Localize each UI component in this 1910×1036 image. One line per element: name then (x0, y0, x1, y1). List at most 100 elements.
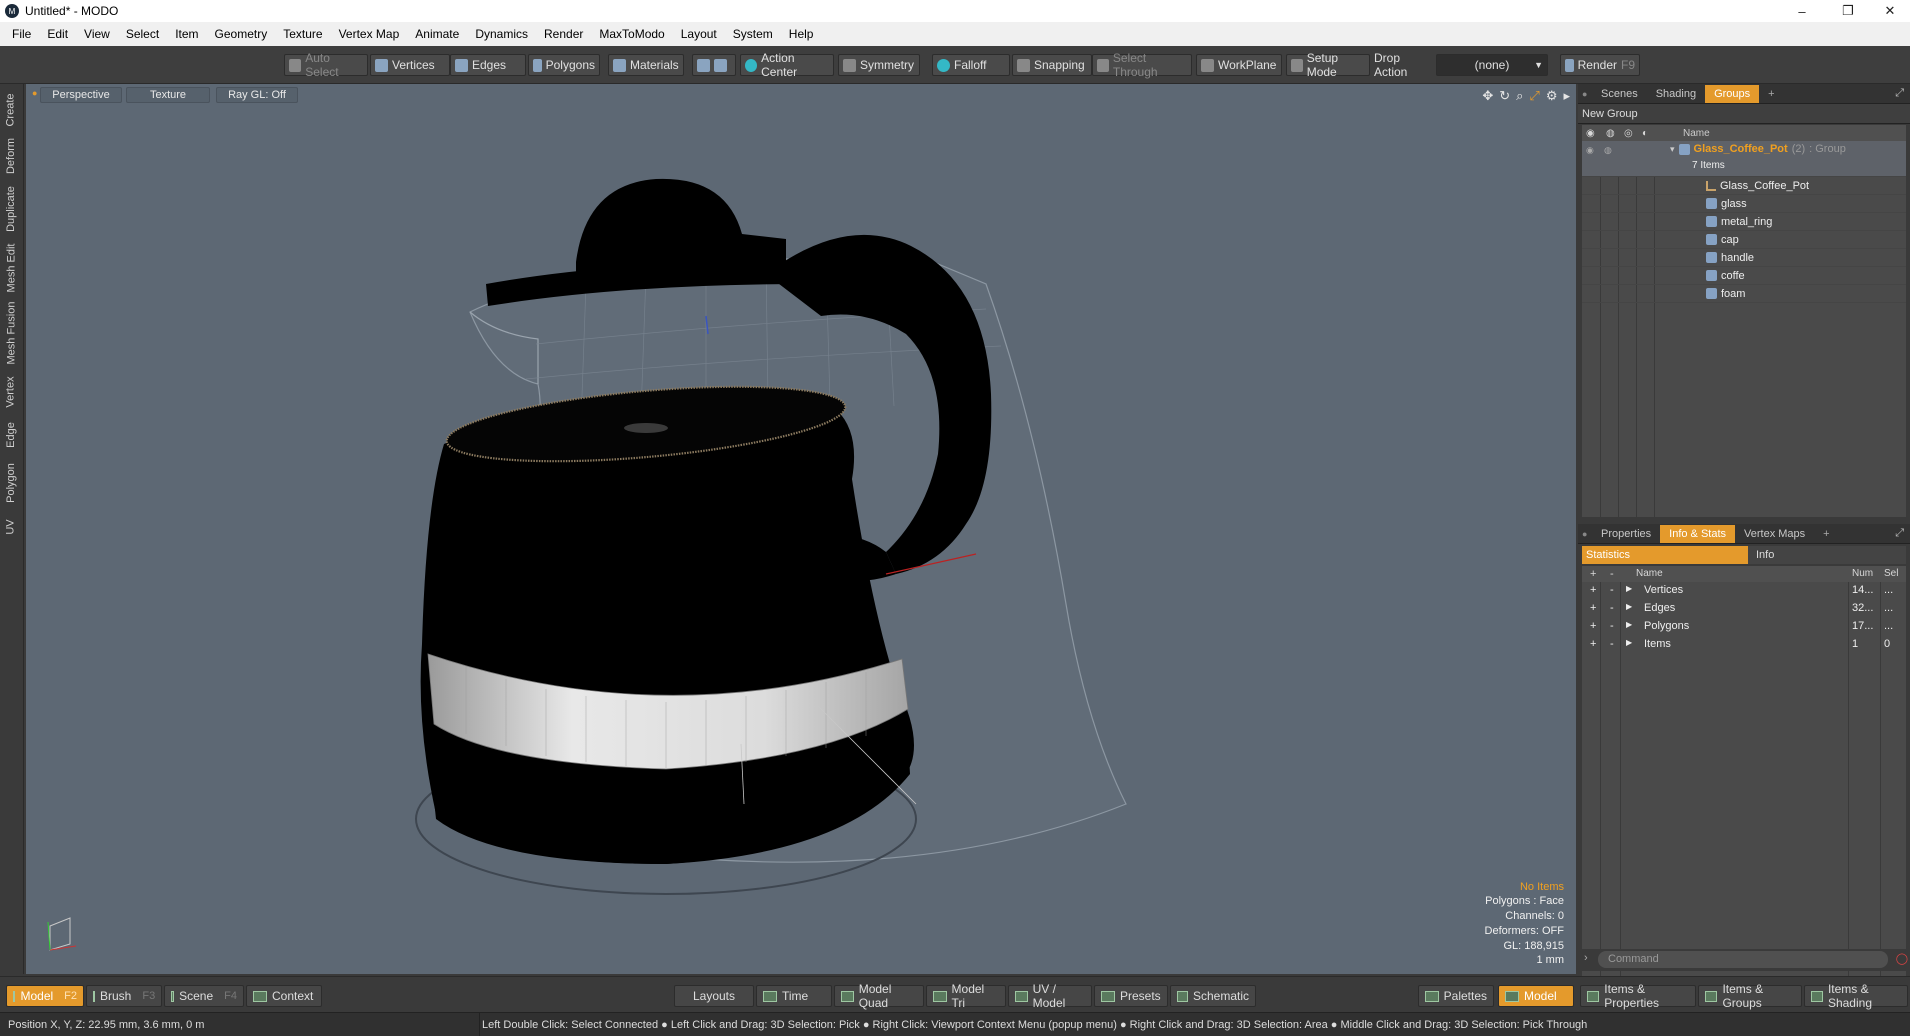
triangle-right-icon[interactable]: ▶ (1626, 620, 1632, 629)
tab-scenes[interactable]: Scenes (1592, 85, 1647, 103)
menu-texture[interactable]: Texture (275, 27, 330, 41)
tab-vertex-maps[interactable]: Vertex Maps (1735, 525, 1814, 543)
items-shading-button[interactable]: Items & Shading (1804, 982, 1908, 1010)
group-row-root[interactable]: ◉ ◍ ▾ Glass_Coffee_Pot (2) : Group 7 Ite… (1582, 141, 1906, 177)
items-groups-button[interactable]: Items & Groups (1698, 982, 1802, 1010)
layouts-button[interactable]: Layouts (674, 985, 754, 1007)
collapse-icon[interactable]: - (1610, 602, 1614, 614)
close-button[interactable]: ✕ (1868, 0, 1910, 22)
add-tab-button[interactable]: + (1759, 85, 1783, 103)
tab-deform[interactable]: Deform (2, 136, 20, 176)
expand-icon[interactable]: ⤢ (1895, 527, 1904, 540)
stats-row-edges[interactable]: + - ▶ Edges 32... ... (1582, 600, 1906, 618)
menu-render[interactable]: Render (536, 27, 591, 41)
tab-create[interactable]: Create (2, 90, 20, 130)
menu-dynamics[interactable]: Dynamics (467, 27, 536, 41)
render-button[interactable]: Render F9 (1560, 54, 1640, 76)
vertices-button[interactable]: Vertices (370, 54, 450, 76)
expand-icon[interactable]: + (1590, 602, 1596, 614)
falloff-button[interactable]: Falloff (932, 54, 1010, 76)
menu-animate[interactable]: Animate (407, 27, 467, 41)
zoom-icon[interactable]: ⌕ (1516, 88, 1523, 104)
menu-vertex-map[interactable]: Vertex Map (331, 27, 408, 41)
group-child-row[interactable]: coffe (1582, 267, 1906, 285)
expand-icon[interactable]: + (1590, 584, 1596, 596)
fit-icon[interactable]: ⤢ (1529, 88, 1539, 104)
expand-icon[interactable]: + (1590, 620, 1596, 632)
collapse-all-icon[interactable]: - (1610, 568, 1614, 580)
shading-button[interactable]: Texture (126, 87, 210, 103)
model-quad-button[interactable]: Model Quad (834, 982, 924, 1010)
tab-polygon[interactable]: Polygon (2, 458, 20, 508)
tab-info[interactable]: Info (1748, 546, 1906, 564)
menu-edit[interactable]: Edit (39, 27, 76, 41)
group-child-row[interactable]: metal_ring (1582, 213, 1906, 231)
materials-button[interactable]: Materials (608, 54, 684, 76)
panel-menu-icon[interactable]: ● (1578, 89, 1592, 99)
rotate-icon[interactable]: ↻ (1499, 88, 1510, 104)
visibility-eye-icon[interactable]: ◉ (1586, 145, 1594, 156)
palettes-button[interactable]: Palettes (1418, 985, 1494, 1007)
triangle-right-icon[interactable]: ▶ (1626, 638, 1632, 647)
raygl-button[interactable]: Ray GL: Off (216, 87, 298, 103)
3d-viewport[interactable]: ● Perspective Texture Ray GL: Off ✥ ↻ ⌕ … (26, 84, 1576, 974)
tab-properties[interactable]: Properties (1592, 525, 1660, 543)
time-button[interactable]: Time (756, 985, 832, 1007)
chevron-right-icon[interactable]: ▸ (1563, 88, 1570, 104)
symmetry-button[interactable]: Symmetry (838, 54, 920, 76)
expand-icon[interactable]: + (1590, 638, 1596, 650)
tab-mesh-fusion[interactable]: Mesh Fusion (2, 300, 20, 366)
tab-shading[interactable]: Shading (1647, 85, 1705, 103)
edges-button[interactable]: Edges (450, 54, 526, 76)
collapse-icon[interactable]: - (1610, 638, 1614, 650)
pan-icon[interactable]: ✥ (1482, 88, 1493, 104)
model-tri-button[interactable]: Model Tri (926, 982, 1006, 1010)
polygons-button[interactable]: Polygons (528, 54, 600, 76)
group-child-row[interactable]: glass (1582, 195, 1906, 213)
maximize-button[interactable]: ❐ (1826, 0, 1870, 22)
model-tab-button[interactable]: Model (1498, 985, 1574, 1007)
group-child-row[interactable]: Glass_Coffee_Pot (1582, 177, 1906, 195)
menu-geometry[interactable]: Geometry (207, 27, 276, 41)
expand-icon[interactable]: ⤢ (1895, 87, 1904, 100)
snapping-button[interactable]: Snapping (1012, 54, 1092, 76)
tab-vertex[interactable]: Vertex (2, 372, 20, 412)
collapse-icon[interactable]: ▾ (1670, 144, 1675, 155)
tab-groups[interactable]: Groups (1705, 84, 1760, 103)
drop-action-select[interactable]: (none) ▼ (1436, 54, 1548, 76)
menu-maxtomodo[interactable]: MaxToModo (591, 27, 672, 41)
lock-toggle-icon[interactable]: ◍ (1604, 145, 1612, 156)
menu-system[interactable]: System (725, 27, 781, 41)
collapse-icon[interactable]: - (1610, 620, 1614, 632)
brush-layout-button[interactable]: Brush F3 (86, 985, 162, 1007)
setup-mode-button[interactable]: Setup Mode (1286, 51, 1370, 79)
tab-mesh-edit[interactable]: Mesh Edit (2, 242, 20, 294)
items-properties-button[interactable]: Items & Properties (1580, 982, 1696, 1010)
schematic-button[interactable]: Schematic (1170, 985, 1256, 1007)
context-layout-button[interactable]: Context (246, 985, 322, 1007)
menu-layout[interactable]: Layout (673, 27, 725, 41)
menu-item[interactable]: Item (167, 27, 206, 41)
chevron-right-icon[interactable]: › (1584, 952, 1588, 964)
group-child-row[interactable]: foam (1582, 285, 1906, 303)
tab-edge[interactable]: Edge (2, 418, 20, 452)
auto-select-button[interactable]: Auto Select (284, 51, 368, 79)
stats-row-polygons[interactable]: + - ▶ Polygons 17... ... (1582, 618, 1906, 636)
gear-icon[interactable]: ⚙ (1546, 88, 1558, 104)
record-icon[interactable]: ◯ (1896, 952, 1908, 965)
new-group-button[interactable]: New Group (1582, 108, 1638, 120)
stats-row-items[interactable]: + - ▶ Items 1 0 (1582, 636, 1906, 654)
selection-sets-button[interactable] (692, 54, 736, 76)
tab-duplicate[interactable]: Duplicate (2, 182, 20, 236)
group-child-row[interactable]: handle (1582, 249, 1906, 267)
menu-view[interactable]: View (76, 27, 118, 41)
group-child-row[interactable]: cap (1582, 231, 1906, 249)
add-tab-button[interactable]: + (1814, 525, 1838, 543)
triangle-right-icon[interactable]: ▶ (1626, 584, 1632, 593)
tab-uv[interactable]: UV (2, 514, 20, 540)
tab-info-stats[interactable]: Info & Stats (1660, 524, 1736, 543)
stats-row-vertices[interactable]: + - ▶ Vertices 14... ... (1582, 582, 1906, 600)
model-layout-button[interactable]: Model F2 (6, 985, 84, 1007)
tab-statistics[interactable]: Statistics (1582, 546, 1748, 564)
select-through-button[interactable]: Select Through (1092, 51, 1192, 79)
